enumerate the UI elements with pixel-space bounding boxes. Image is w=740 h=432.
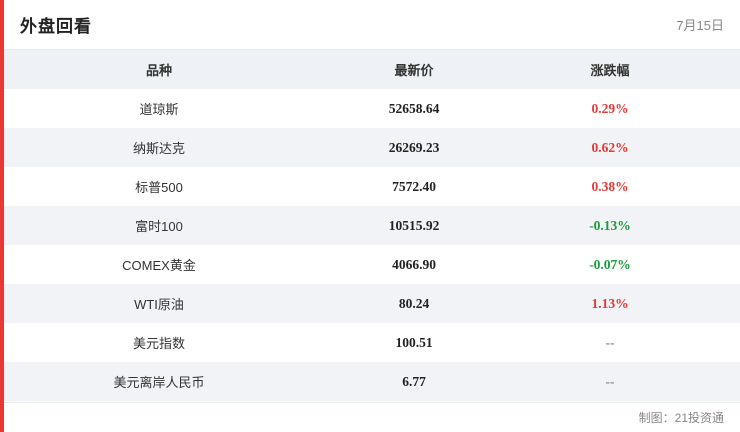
row-name: 标普500 <box>135 180 183 195</box>
column-header-change: 涨跌幅 <box>590 63 630 78</box>
row-price: 4066.90 <box>392 256 436 272</box>
row-change: 0.29% <box>591 100 629 116</box>
row-change: -- <box>605 334 615 350</box>
row-name: 纳斯达克 <box>132 141 185 156</box>
row-name: 道琼斯 <box>139 102 179 117</box>
column-header-name: 品种 <box>145 63 172 78</box>
row-price: 6.77 <box>402 373 426 389</box>
row-price: 26269.23 <box>388 139 440 155</box>
table-row: WTI原油 80.24 1.13% <box>4 284 740 323</box>
table-row: 美元离岸人民币 6.77 -- <box>4 362 740 401</box>
table-row: 纳斯达克 26269.23 0.62% <box>4 128 740 167</box>
row-name: WTI原油 <box>134 297 184 312</box>
row-name: COMEX黄金 <box>122 258 196 273</box>
panel-footer: 制图：21投资通 <box>4 402 740 432</box>
row-name: 美元指数 <box>132 336 185 351</box>
table-header-row: 品种 最新价 涨跌幅 <box>4 50 740 89</box>
row-price: 52658.64 <box>388 100 440 116</box>
quotes-table: 品种 最新价 涨跌幅 道琼斯 52658.64 0.29% 纳斯达克 26269… <box>4 50 740 401</box>
row-change: -0.13% <box>589 217 631 233</box>
market-review-panel: 外盘回看 7月15日 品种 最新价 涨跌幅 道琼斯 52658.64 0.29%… <box>0 0 740 432</box>
footer-credit: 制图：21投资通 <box>638 411 724 425</box>
panel-header: 外盘回看 7月15日 <box>4 0 740 50</box>
table-row: 标普500 7572.40 0.38% <box>4 167 740 206</box>
panel-title: 外盘回看 <box>20 17 92 36</box>
row-name: 富时100 <box>135 219 183 234</box>
column-header-price: 最新价 <box>394 63 434 78</box>
table-row: 道琼斯 52658.64 0.29% <box>4 89 740 128</box>
table-row: 富时100 10515.92 -0.13% <box>4 206 740 245</box>
row-price: 7572.40 <box>392 178 436 194</box>
row-price: 100.51 <box>395 334 433 350</box>
panel-date: 7月15日 <box>676 18 724 33</box>
row-change: -- <box>605 373 615 389</box>
row-price: 10515.92 <box>388 217 440 233</box>
row-price: 80.24 <box>398 295 430 311</box>
row-change: 0.62% <box>591 139 629 155</box>
table-row: COMEX黄金 4066.90 -0.07% <box>4 245 740 284</box>
row-change: 0.38% <box>591 178 629 194</box>
row-change: 1.13% <box>591 295 629 311</box>
row-change: -0.07% <box>589 256 631 272</box>
row-name: 美元离岸人民币 <box>113 375 205 390</box>
table-row: 美元指数 100.51 -- <box>4 323 740 362</box>
